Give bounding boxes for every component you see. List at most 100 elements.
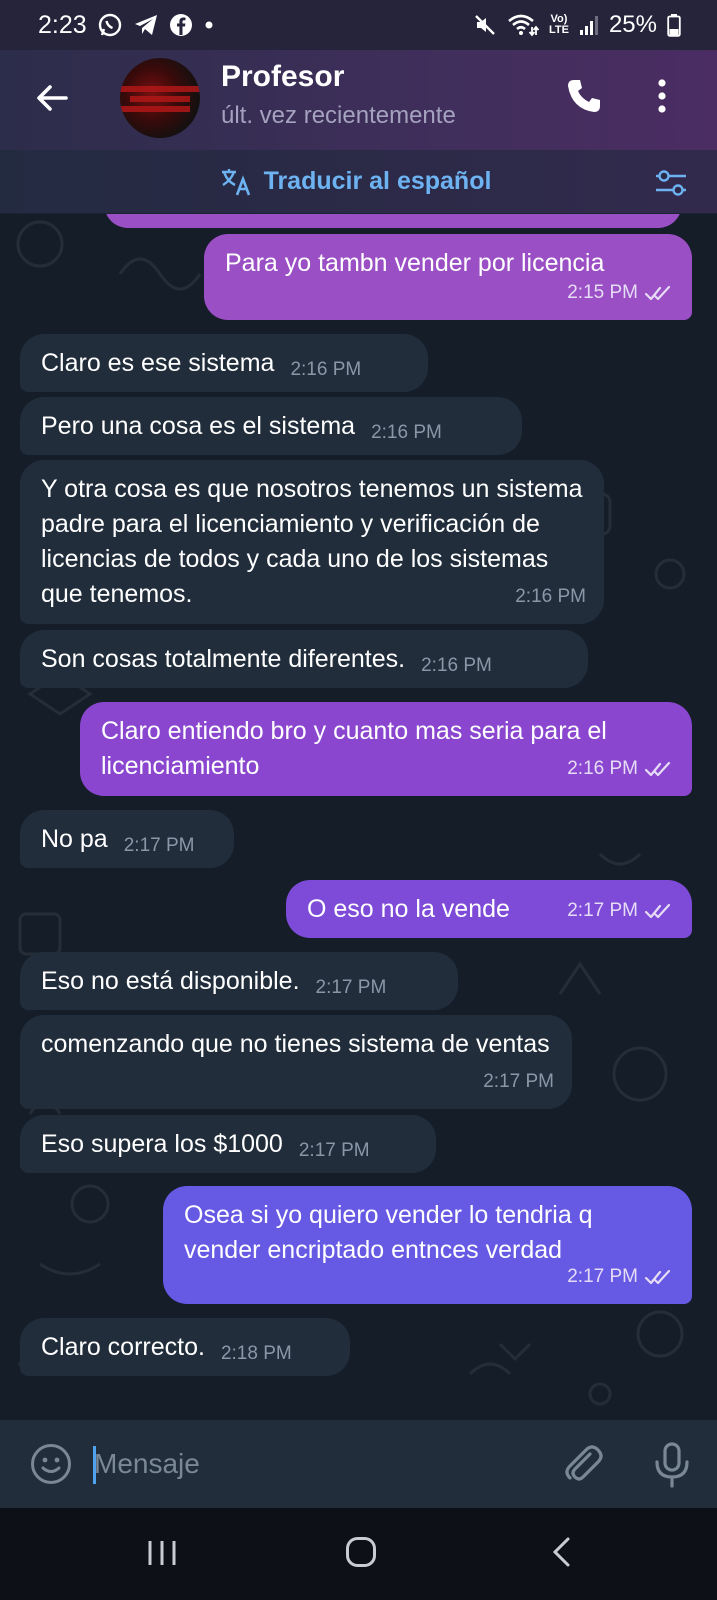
incoming-message[interactable]: Claro correcto. 2:18 PM (20, 1318, 350, 1376)
message-text: O eso no la vende (307, 895, 510, 923)
signal-icon (579, 14, 599, 36)
recents-button[interactable] (146, 1538, 178, 1568)
mute-icon (473, 13, 497, 37)
message-text: Claro correcto. (41, 1333, 205, 1361)
message-time: 2:17 PM (123, 835, 195, 856)
attach-button[interactable] (562, 1442, 606, 1486)
outgoing-message[interactable]: O eso no la vende 2:17 PM (286, 880, 692, 938)
message-time: 2:17 PM (315, 977, 387, 998)
double-check-icon (644, 903, 671, 918)
message-meta: 2:17 PM (567, 1259, 674, 1294)
emoji-button[interactable] (30, 1443, 72, 1485)
message-text: Claro es ese sistema (41, 349, 275, 377)
message-time: 2:16 PM (290, 359, 362, 380)
message-text: No pa (41, 825, 108, 853)
message-meta: 2:16 PM (515, 579, 586, 614)
incoming-message[interactable]: Son cosas totalmente diferentes. 2:16 PM (20, 630, 588, 688)
notification-dot-icon (203, 19, 215, 31)
facebook-icon (169, 13, 193, 37)
back-button[interactable] (32, 76, 72, 120)
message-bubble-partial[interactable] (104, 214, 682, 228)
message-list[interactable]: Para yo tambn vender por licencia 2:15 PM… (0, 214, 717, 1420)
translate-button[interactable]: Traducir al español (220, 167, 492, 197)
message-time: 2:17 PM (567, 1266, 638, 1287)
paperclip-icon (565, 1445, 603, 1481)
chat-title[interactable]: Profesor (221, 60, 344, 94)
incoming-message[interactable]: Eso no está disponible. 2:17 PM (20, 952, 458, 1010)
chevron-left-icon (552, 1537, 570, 1567)
message-text: comenzando que no tienes sistema de vent… (41, 1030, 550, 1058)
nav-back-button[interactable] (551, 1536, 571, 1568)
message-meta: 2:16 PM (371, 413, 442, 450)
message-meta: 2:18 PM (221, 1334, 292, 1371)
message-text: Eso no está disponible. (41, 967, 300, 995)
message-meta: 2:17 PM (299, 1131, 370, 1168)
incoming-message[interactable]: No pa 2:17 PM (20, 810, 234, 868)
translate-settings-button[interactable] (654, 168, 688, 198)
double-check-icon (644, 1269, 671, 1284)
arrow-left-icon (37, 85, 68, 111)
outgoing-message[interactable]: Para yo tambn vender por licencia 2:15 PM (204, 234, 692, 320)
message-input[interactable] (94, 1442, 534, 1486)
more-options-button[interactable] (655, 76, 669, 116)
translate-icon (221, 168, 250, 195)
message-meta: 2:16 PM (567, 751, 674, 786)
home-icon (346, 1537, 376, 1567)
message-time: 2:17 PM (483, 1071, 554, 1092)
status-time: 2:23 (38, 10, 87, 39)
message-time: 2:16 PM (567, 758, 638, 779)
smiley-icon (31, 1444, 71, 1484)
outgoing-message[interactable]: Osea si yo quiero vender lo tendria q ve… (163, 1186, 692, 1304)
incoming-message[interactable]: Y otra cosa es que nosotros tenemos un s… (20, 460, 604, 624)
message-time: 2:16 PM (515, 586, 586, 607)
microphone-icon (655, 1442, 689, 1488)
incoming-message[interactable]: Pero una cosa es el sistema 2:16 PM (20, 397, 522, 455)
status-bar: 2:23 Vo) LTE 25% (0, 0, 717, 50)
outgoing-message[interactable]: Claro entiendo bro y cuanto mas seria pa… (80, 702, 692, 796)
message-meta: 2:17 PM (124, 826, 195, 863)
telegram-icon (133, 13, 159, 37)
message-time: 2:16 PM (421, 655, 492, 676)
translate-label: Traducir al español (263, 167, 492, 195)
message-time: 2:18 PM (220, 1343, 292, 1364)
message-meta: 2:15 PM (567, 275, 674, 310)
message-time: 2:17 PM (298, 1140, 370, 1161)
wifi-icon (507, 13, 539, 37)
voice-message-button[interactable] (653, 1442, 691, 1488)
incoming-message[interactable]: comenzando que no tienes sistema de vent… (20, 1015, 572, 1109)
whatsapp-icon (97, 12, 123, 38)
message-time: 2:15 PM (567, 282, 638, 303)
message-text: Para yo tambn vender por licencia (225, 249, 605, 277)
battery-icon (667, 13, 681, 37)
chat-header: Profesor últ. vez recientemente (0, 50, 717, 150)
battery-percent: 25% (608, 11, 657, 38)
message-meta: 2:17 PM (483, 1064, 554, 1099)
message-meta: 2:17 PM (567, 893, 674, 928)
message-text: Son cosas totalmente diferentes. (41, 645, 406, 673)
recents-icon (148, 1541, 176, 1565)
incoming-message[interactable]: Eso supera los $1000 2:17 PM (20, 1115, 436, 1173)
message-text: Y otra cosa es que nosotros tenemos un s… (41, 475, 590, 608)
last-seen-status: últ. vez recientemente (221, 102, 456, 129)
message-meta: 2:17 PM (316, 968, 387, 1005)
message-text: Osea si yo quiero vender lo tendria q ve… (184, 1201, 600, 1264)
incoming-message[interactable]: Claro es ese sistema 2:16 PM (20, 334, 428, 392)
sliders-icon (656, 170, 686, 196)
message-text: Claro entiendo bro y cuanto mas seria pa… (101, 717, 614, 780)
message-time: 2:16 PM (371, 422, 442, 443)
message-meta: 2:16 PM (421, 646, 492, 683)
double-check-icon (644, 285, 671, 300)
translate-bar: Traducir al español (0, 150, 717, 214)
phone-icon (568, 80, 600, 112)
message-time: 2:17 PM (567, 900, 638, 921)
message-composer (0, 1420, 717, 1508)
message-text: Pero una cosa es el sistema (41, 412, 356, 440)
home-button[interactable] (345, 1536, 377, 1568)
call-button[interactable] (564, 76, 604, 116)
volte-icon: Vo) LTE (548, 13, 569, 36)
message-text: Eso supera los $1000 (41, 1130, 283, 1158)
more-vertical-icon (658, 79, 666, 113)
avatar[interactable] (120, 58, 200, 138)
message-meta: 2:16 PM (290, 350, 361, 387)
double-check-icon (644, 761, 671, 776)
